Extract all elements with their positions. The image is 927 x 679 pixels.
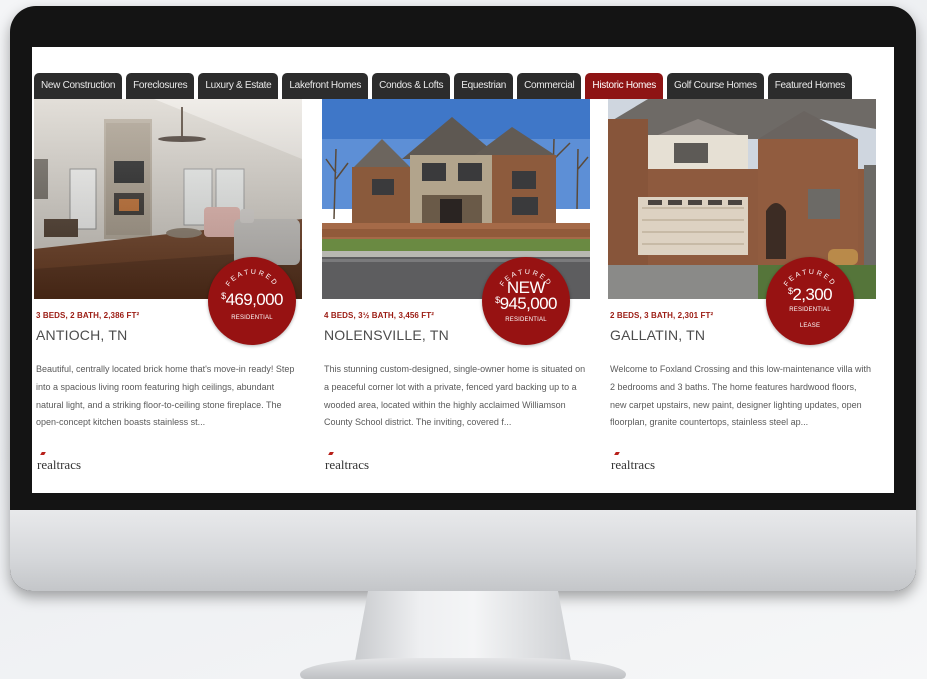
featured-price-badge: FEATURED $469,000 RESIDENTIAL — [208, 257, 296, 345]
listing-specs: 3 BEDS, 2 BATH, 2,386 FT² — [36, 311, 140, 320]
realtracs-logo-icon: realtracs — [37, 452, 81, 473]
tab-equestrian[interactable]: Equestrian — [454, 73, 514, 99]
price-value: $945,000 — [495, 294, 557, 313]
listing-specs: 2 BEDS, 3 BATH, 2,301 FT² — [610, 311, 714, 320]
listing-city[interactable]: GALLATIN, TN — [610, 327, 705, 343]
realtracs-logo-icon: realtracs — [611, 452, 655, 473]
property-type: RESIDENTIAL — [505, 317, 547, 323]
tab-featured-homes[interactable]: Featured Homes — [767, 73, 853, 99]
monitor-stand-base — [300, 658, 626, 679]
price-value: $469,000 — [221, 290, 283, 309]
property-type: RESIDENTIAL — [789, 307, 831, 313]
tab-condos-lofts[interactable]: Condos & Lofts — [372, 73, 451, 99]
realtracs-logo-icon: realtracs — [325, 452, 369, 473]
tab-historic-homes[interactable]: Historic Homes — [585, 73, 664, 99]
property-type: RESIDENTIAL — [231, 315, 273, 321]
monitor-chin — [10, 510, 916, 591]
listing-type: LEASE — [799, 323, 821, 329]
listing-city[interactable]: ANTIOCH, TN — [36, 327, 127, 343]
featured-price-badge: FEATURED NEW $945,000 RESIDENTIAL — [482, 257, 570, 345]
listing-description: Beautiful, centrally located brick home … — [36, 364, 295, 428]
category-tabs: New Construction Foreclosures Luxury & E… — [34, 73, 853, 99]
tab-lakefront-homes[interactable]: Lakefront Homes — [282, 73, 369, 99]
monitor-stand — [355, 591, 571, 661]
listing-grid: FEATURED $469,000 RESIDENTIAL 3 BEDS, 2 … — [32, 99, 894, 493]
tab-golf-course-homes[interactable]: Golf Course Homes — [667, 73, 764, 99]
listing-description: This stunning custom-designed, single-ow… — [324, 364, 586, 428]
listing-specs: 4 BEDS, 3½ BATH, 3,456 FT² — [324, 311, 435, 320]
svg-text:FEATURED: FEATURED — [225, 269, 279, 288]
listing-card[interactable]: FEATURED $469,000 RESIDENTIAL 3 BEDS, 2 … — [34, 99, 302, 493]
tab-new-construction[interactable]: New Construction — [34, 73, 123, 99]
listing-description: Welcome to Foxland Crossing and this low… — [610, 364, 871, 428]
tab-foreclosures[interactable]: Foreclosures — [126, 73, 195, 99]
tab-luxury-estate[interactable]: Luxury & Estate — [198, 73, 279, 99]
listing-card[interactable]: FEATURED $2,300 RESIDENTIAL LEASE 2 BEDS… — [608, 99, 876, 493]
screen: New Construction Foreclosures Luxury & E… — [32, 47, 894, 493]
featured-price-badge: FEATURED $2,300 RESIDENTIAL LEASE — [766, 257, 854, 345]
listing-city[interactable]: NOLENSVILLE, TN — [324, 327, 449, 343]
tab-commercial[interactable]: Commercial — [517, 73, 582, 99]
listing-card[interactable]: FEATURED NEW $945,000 RESIDENTIAL 4 BEDS… — [322, 99, 590, 493]
price-value: $2,300 — [788, 285, 833, 304]
